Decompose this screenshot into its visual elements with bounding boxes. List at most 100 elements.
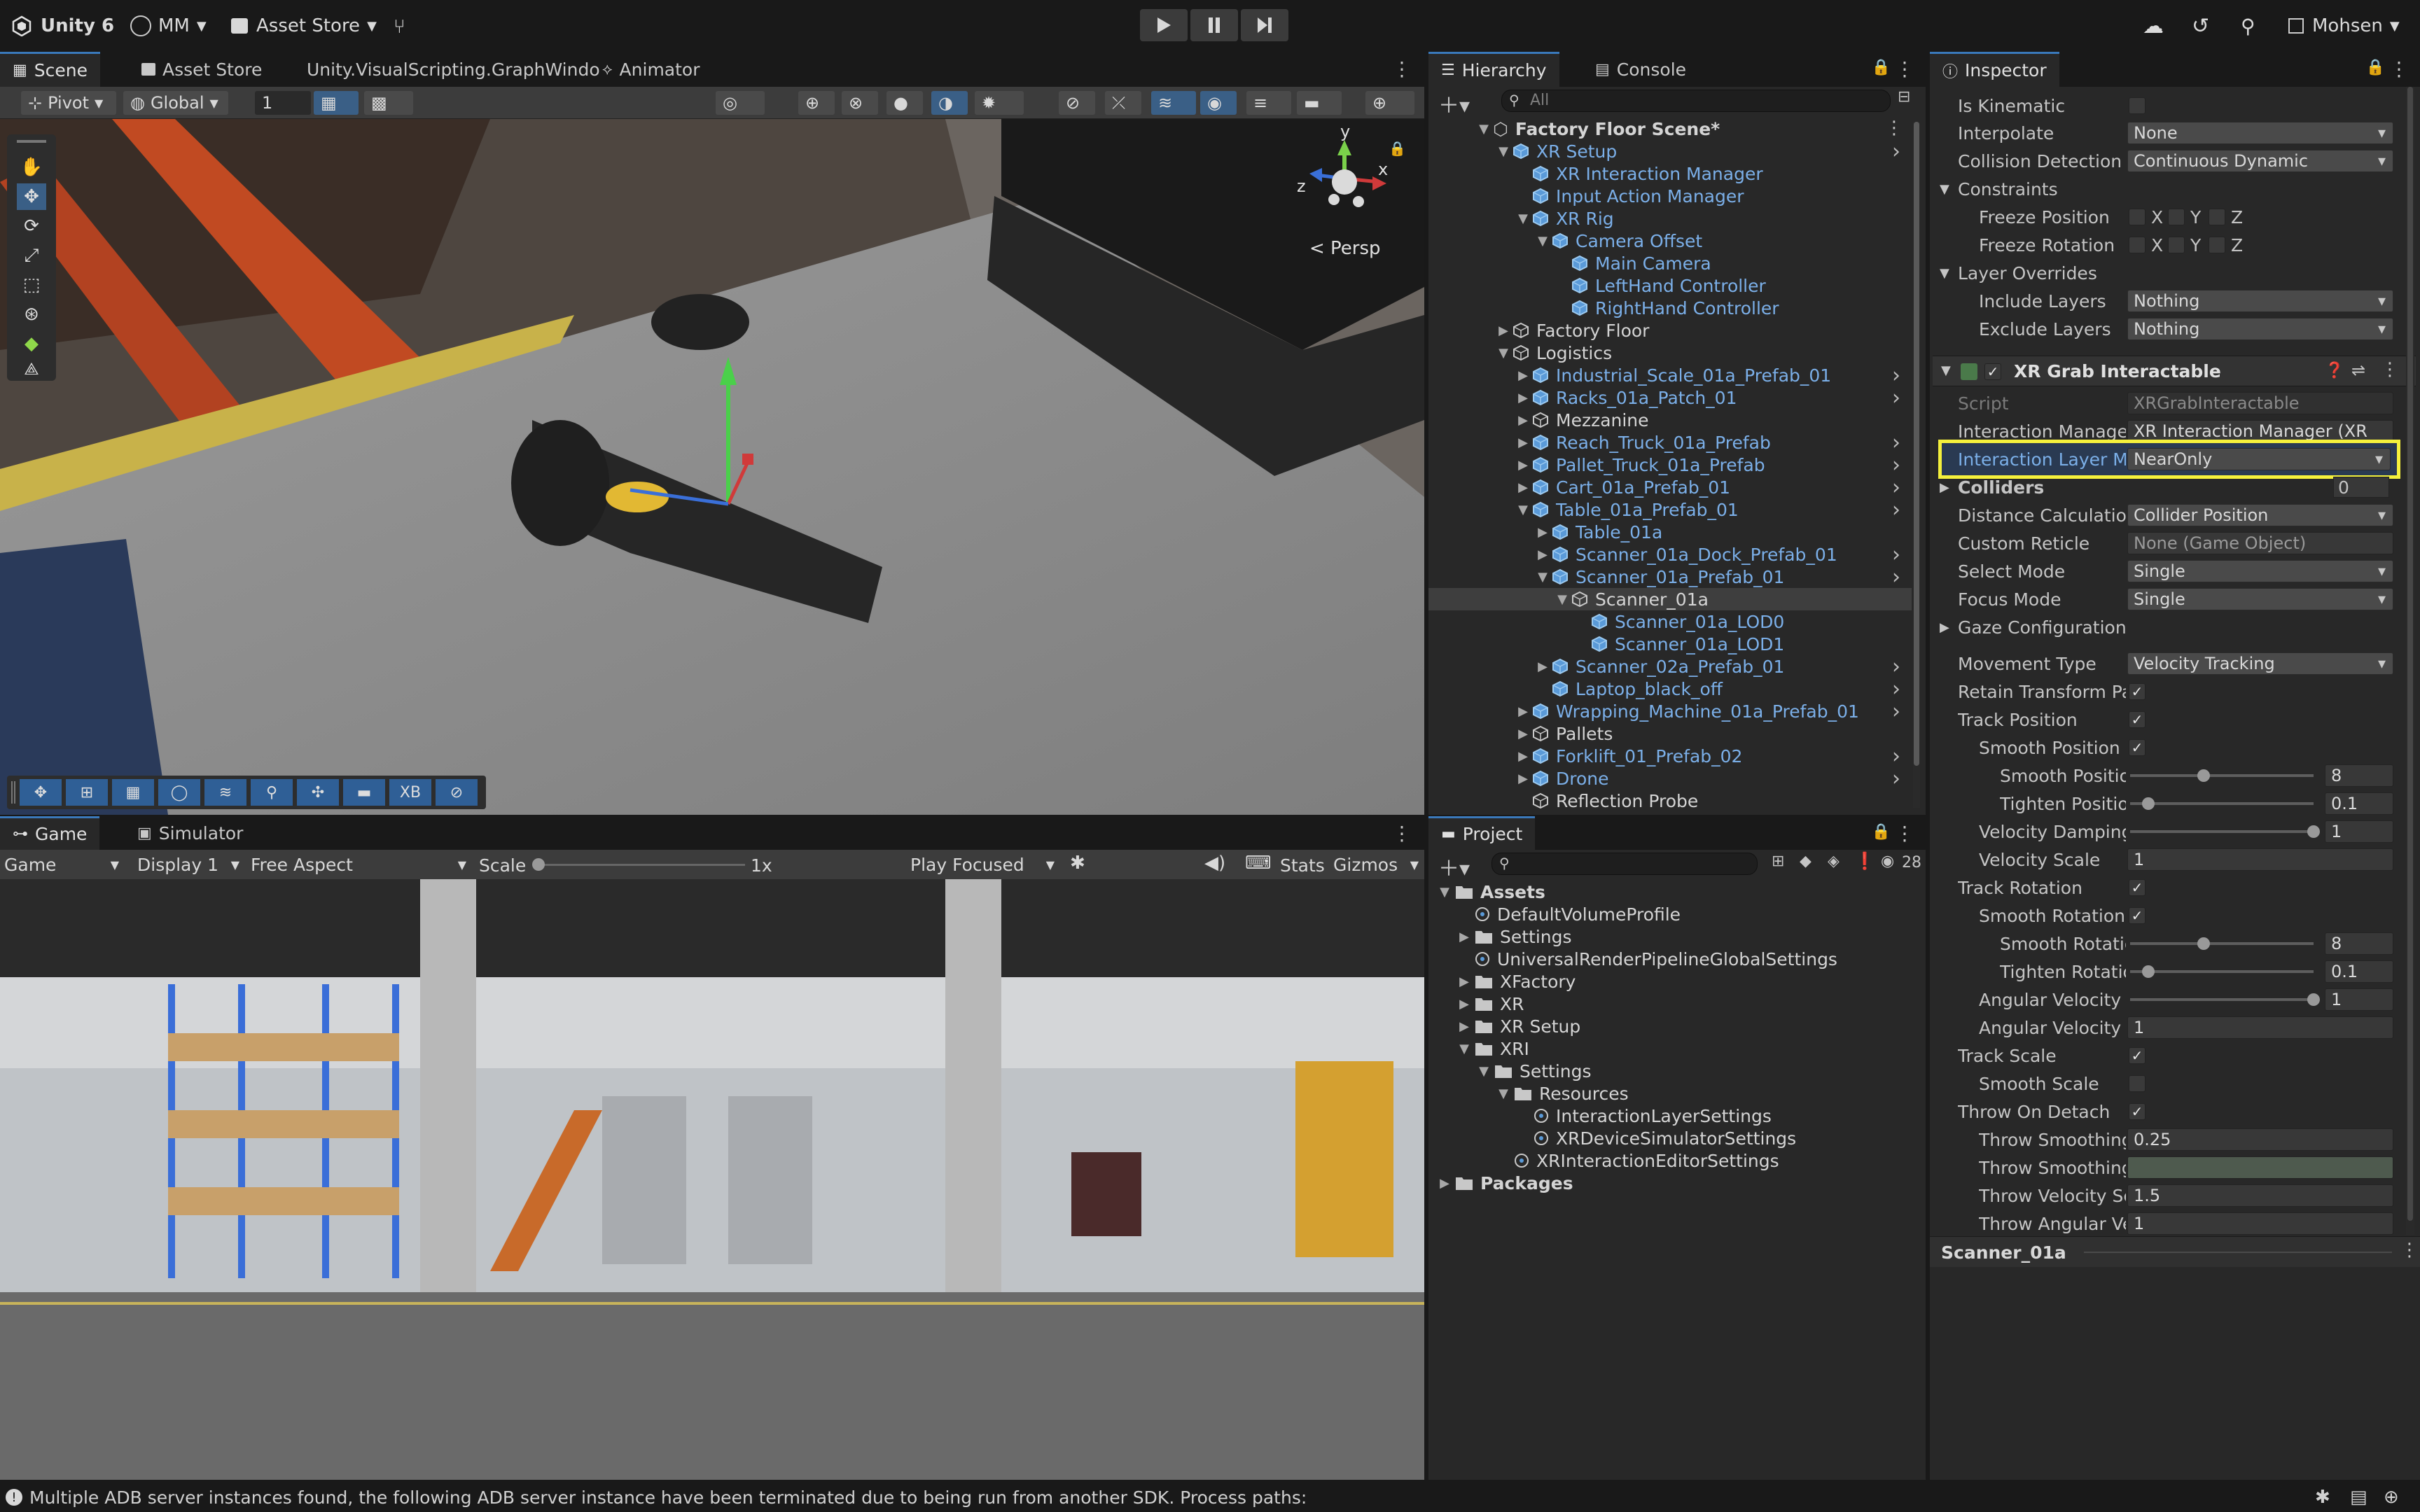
tighten-rotation-slider-knob[interactable]: [2142, 965, 2155, 978]
hierarchy-item[interactable]: ▶ Drone ›: [1428, 766, 1912, 791]
network-icon[interactable]: ⊕: [2384, 1487, 2399, 1508]
pause-button[interactable]: [1190, 9, 1238, 41]
filter-label-icon[interactable]: ◆: [1800, 853, 1811, 870]
custom-tool-icon[interactable]: ◆: [17, 330, 46, 357]
smooth-rotation-slider-knob[interactable]: [2197, 937, 2210, 950]
chevron-right-icon[interactable]: ›: [1892, 139, 1900, 164]
tab-game[interactable]: ⊶ Game: [0, 816, 100, 850]
pivot-dropdown[interactable]: ⊹ Pivot ▼: [21, 91, 116, 115]
hierarchy-item[interactable]: ▶ Racks_01a_Patch_01 ›: [1428, 386, 1912, 410]
smooth-position-slider-knob[interactable]: [2197, 769, 2210, 782]
component-enabled-checkbox[interactable]: ✓: [1984, 363, 2001, 380]
hierarchy-item[interactable]: ▶ Pallet_Truck_01a_Prefab ›: [1428, 453, 1912, 477]
hierarchy-item[interactable]: ▼ Table_01a_Prefab_01 ›: [1428, 498, 1912, 522]
interaction-layer-mask-dropdown[interactable]: NearOnly: [2127, 448, 2391, 470]
lock-icon[interactable]: 🔒: [1872, 59, 1891, 76]
bug-icon[interactable]: ✱: [1070, 853, 1085, 874]
debug-draw-button[interactable]: ◑: [931, 91, 968, 115]
project-item[interactable]: XRDeviceSimulatorSettings: [1428, 1127, 1796, 1149]
eye-icon[interactable]: ◉: [1881, 853, 1894, 870]
hierarchy-item[interactable]: ▶ Pallets: [1428, 722, 1912, 745]
audio-toggle-button[interactable]: ⊘: [1059, 91, 1095, 115]
progress-icon[interactable]: ▤: [2350, 1487, 2367, 1508]
sphere-icon[interactable]: ◯: [158, 779, 200, 806]
chevron-right-icon[interactable]: ›: [1892, 699, 1900, 724]
hierarchy-item[interactable]: XR Interaction Manager: [1428, 162, 1912, 185]
probe-tool-icon[interactable]: ⟁: [17, 357, 46, 381]
track-scale-checkbox[interactable]: ✓: [2129, 1047, 2146, 1064]
game-viewport[interactable]: [0, 879, 1424, 1480]
component-header[interactable]: ▼ ✓ XR Grab Interactable ❓ ⇌ ⋮: [1933, 356, 2416, 386]
hierarchy-item[interactable]: Reflection Probe: [1428, 790, 1912, 812]
track-rotation-checkbox[interactable]: ✓: [2129, 879, 2146, 896]
play-focused-dropdown[interactable]: Play Focused ▼: [910, 853, 1057, 876]
custom-reticle-field[interactable]: None (Game Object): [2127, 532, 2393, 554]
project-search[interactable]: ⚲: [1491, 853, 1758, 875]
velocity-damping-slider[interactable]: [2130, 830, 2314, 833]
help-icon[interactable]: ❓: [2325, 362, 2344, 379]
collapse-arrow-icon[interactable]: ▶: [1517, 749, 1529, 764]
transform-tool-icon[interactable]: ⊛: [17, 301, 46, 328]
grid-snap-button[interactable]: ▦: [314, 91, 359, 115]
expand-arrow-icon[interactable]: ▼: [1477, 1064, 1490, 1079]
hand-tool-icon[interactable]: ✋: [17, 154, 46, 181]
interpolate-dropdown[interactable]: None: [2127, 122, 2393, 144]
move-tool-icon[interactable]: ✥: [17, 183, 46, 210]
chevron-right-icon[interactable]: ›: [1892, 453, 1900, 477]
throw-angular-velocity-field[interactable]: 1: [2127, 1212, 2393, 1235]
chevron-right-icon[interactable]: ›: [1892, 744, 1900, 769]
distance-calc-dropdown[interactable]: Collider Position: [2127, 504, 2393, 526]
select-mode-dropdown[interactable]: Single: [2127, 560, 2393, 582]
play-button[interactable]: [1140, 9, 1188, 41]
project-item[interactable]: ▶ Packages: [1428, 1172, 1573, 1194]
freeze-rot-y-checkbox[interactable]: [2168, 237, 2185, 253]
gizmos-button[interactable]: ⊕: [1365, 91, 1414, 115]
align-icon[interactable]: ⊞: [66, 779, 108, 806]
project-item[interactable]: ▶ XFactory: [1428, 970, 1576, 993]
hierarchy-search[interactable]: ⚲ All: [1501, 90, 1891, 112]
search-icon[interactable]: ⚲: [251, 779, 293, 806]
expand-arrow-icon[interactable]: ▼: [1438, 885, 1451, 899]
shaded-wireframe-button[interactable]: ⊗: [842, 91, 878, 115]
expand-arrow-icon[interactable]: ▼: [1497, 346, 1510, 360]
speaker-icon[interactable]: ◀): [1204, 853, 1225, 874]
tab-asset-store[interactable]: Asset Store: [129, 52, 274, 87]
angular-velocity-scale-field[interactable]: 1: [2127, 1016, 2393, 1039]
filter-icon[interactable]: ⊟: [1898, 88, 1910, 106]
collapse-arrow-icon[interactable]: ▶: [1517, 480, 1529, 495]
preset-icon[interactable]: ⇌: [2351, 360, 2365, 380]
tighten-rotation-value[interactable]: 0.1: [2325, 960, 2393, 983]
project-item[interactable]: ▶ XR Setup: [1428, 1015, 1580, 1037]
palette-handle-icon[interactable]: [17, 140, 46, 143]
throw-velocity-scale-field[interactable]: 1.5: [2127, 1184, 2393, 1207]
collapse-arrow-icon[interactable]: ▶: [1517, 458, 1529, 472]
chevron-right-icon[interactable]: ›: [1892, 677, 1900, 701]
increment-snap-button[interactable]: ▩: [364, 91, 413, 115]
tab-scene[interactable]: ▦ Scene: [0, 52, 101, 87]
snap-move-icon[interactable]: ✥: [20, 779, 62, 806]
collapse-arrow-icon[interactable]: ▶: [1536, 525, 1549, 540]
eye-button[interactable]: ◉: [1200, 91, 1237, 115]
chevron-right-icon[interactable]: ›: [1892, 542, 1900, 567]
bug-icon[interactable]: ✱: [2315, 1487, 2330, 1508]
freeze-rot-x-checkbox[interactable]: [2129, 237, 2146, 253]
chevron-right-icon[interactable]: ›: [1892, 430, 1900, 455]
game-mode-dropdown[interactable]: Game ▼: [4, 853, 122, 876]
tighten-position-slider[interactable]: [2130, 802, 2314, 805]
expand-arrow-icon[interactable]: ▼: [1556, 592, 1569, 607]
retain-transform-checkbox[interactable]: ✓: [2129, 683, 2146, 700]
fx-toggle-button[interactable]: ⤫: [1105, 91, 1141, 115]
hierarchy-item[interactable]: Scanner_01a_LOD1: [1428, 633, 1912, 655]
collapse-arrow-icon[interactable]: ▶: [1517, 727, 1529, 741]
collapse-arrow-icon[interactable]: ▶: [1497, 323, 1510, 338]
collapse-arrow-icon[interactable]: ▶: [1517, 771, 1529, 786]
hierarchy-item[interactable]: LeftHand Controller: [1428, 274, 1912, 297]
create-asset-button[interactable]: ＋▾: [1438, 851, 1470, 882]
tab-graph-window[interactable]: Unity.VisualScripting.GraphWindo: [294, 52, 613, 87]
step-button[interactable]: [1241, 9, 1288, 41]
smooth-position-value[interactable]: 8: [2325, 764, 2393, 787]
camera-icon[interactable]: ▬: [343, 779, 385, 806]
hierarchy-item[interactable]: ▼ Scanner_01a: [1428, 588, 1912, 610]
smooth-scale-checkbox[interactable]: [2129, 1075, 2146, 1092]
tab-project[interactable]: ▬ Project: [1428, 816, 1536, 850]
